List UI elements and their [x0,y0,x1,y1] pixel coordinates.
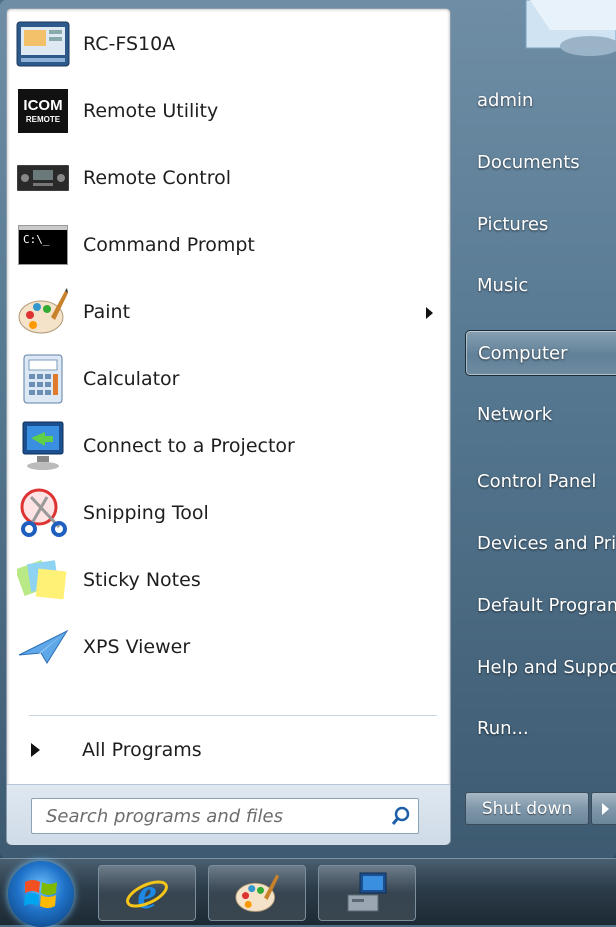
icom-logo-text: ICOM [23,96,63,114]
right-item-label: Devices and Printers [477,532,616,554]
taskbar-internet-explorer[interactable]: e [98,865,196,921]
right-item-label: Music [477,274,529,296]
paint-palette-icon [15,284,71,340]
program-remote-control[interactable]: Remote Control [15,149,445,207]
program-label: Snipping Tool [83,502,209,524]
program-calculator[interactable]: Calculator [15,350,445,408]
right-item-default-programs[interactable]: Default Programs [465,583,616,627]
shut-down-button[interactable]: Shut down [465,792,589,825]
right-item-label: Help and Support [477,656,616,678]
sticky-notes-icon [15,552,71,608]
program-label: Command Prompt [83,234,255,256]
programs-pane: RC-FS10A ICOM REMOTE Remote Utility Remo… [6,8,451,845]
right-item-label: admin [477,89,534,111]
icom-remote-icon: ICOM REMOTE [15,83,71,139]
right-item-label: Control Panel [477,470,597,492]
program-label: Remote Control [83,167,232,189]
taskbar: e [0,858,616,927]
right-item-run[interactable]: Run... [465,706,616,750]
remote-logo-text: REMOTE [25,114,61,124]
cmd-prompt-text: C:\_ [23,233,50,246]
right-item-label: Documents [477,151,580,173]
search-box[interactable] [31,798,419,834]
rc-fs10a-app-icon [15,16,71,72]
program-label: RC-FS10A [83,33,176,55]
right-item-control-panel[interactable]: Control Panel [465,459,616,503]
taskbar-paint[interactable] [208,865,306,921]
program-xps-viewer[interactable]: XPS Viewer [15,618,445,676]
right-item-documents[interactable]: Documents [465,140,616,184]
command-prompt-icon: C:\_ [15,217,71,273]
remote-control-radio-icon [15,150,71,206]
program-connect-to-projector[interactable]: Connect to a Projector [15,417,445,475]
computer-network-icon [347,872,387,912]
triangle-right-icon [31,743,40,757]
program-label: Connect to a Projector [83,435,295,457]
all-programs-label: All Programs [82,739,202,761]
start-button[interactable] [8,861,74,927]
all-programs-button[interactable]: All Programs [15,725,445,775]
paint-palette-icon [235,874,279,912]
right-item-label: Default Programs [477,594,616,616]
right-item-help-and-support[interactable]: Help and Support [465,645,616,689]
program-label: Remote Utility [83,100,219,122]
right-item-computer[interactable]: Computer [465,330,616,376]
separator [29,715,437,716]
right-item-label: Network [477,403,553,425]
svg-text:e: e [137,870,157,916]
search-bar [7,784,450,845]
program-rc-fs10a[interactable]: RC-FS10A [15,15,445,73]
paper-plane-icon [15,619,71,675]
right-item-music[interactable]: Music [465,263,616,307]
program-label: Paint [83,301,131,323]
right-item-label: Pictures [477,213,549,235]
right-item-label: Run... [477,717,529,739]
submenu-arrow-icon[interactable] [426,307,433,319]
right-item-label: Computer [478,342,568,364]
scissors-icon [15,485,71,541]
program-label: XPS Viewer [83,636,191,658]
right-item-network[interactable]: Network [465,392,616,436]
program-snipping-tool[interactable]: Snipping Tool [15,484,445,542]
program-label: Sticky Notes [83,569,201,591]
right-item-pictures[interactable]: Pictures [465,202,616,246]
program-label: Calculator [83,368,180,390]
search-input[interactable] [44,804,384,828]
program-command-prompt[interactable]: C:\_ Command Prompt [15,216,445,274]
calculator-icon [15,351,71,407]
search-icon[interactable] [384,799,418,833]
start-menu: RC-FS10A ICOM REMOTE Remote Utility Remo… [0,0,616,858]
projector-monitor-icon [15,418,71,474]
internet-explorer-icon: e [126,870,168,916]
program-remote-utility[interactable]: ICOM REMOTE Remote Utility [15,82,445,140]
program-sticky-notes[interactable]: Sticky Notes [15,551,445,609]
user-picture[interactable] [510,0,616,72]
taskbar-network-app[interactable] [318,865,416,921]
right-item-devices-and-printers[interactable]: Devices and Printers [465,521,616,565]
windows-logo-icon [24,880,57,908]
shut-down-options-arrow-icon[interactable] [591,792,616,825]
program-paint[interactable]: Paint [15,283,445,341]
right-item-admin[interactable]: admin [465,78,616,122]
